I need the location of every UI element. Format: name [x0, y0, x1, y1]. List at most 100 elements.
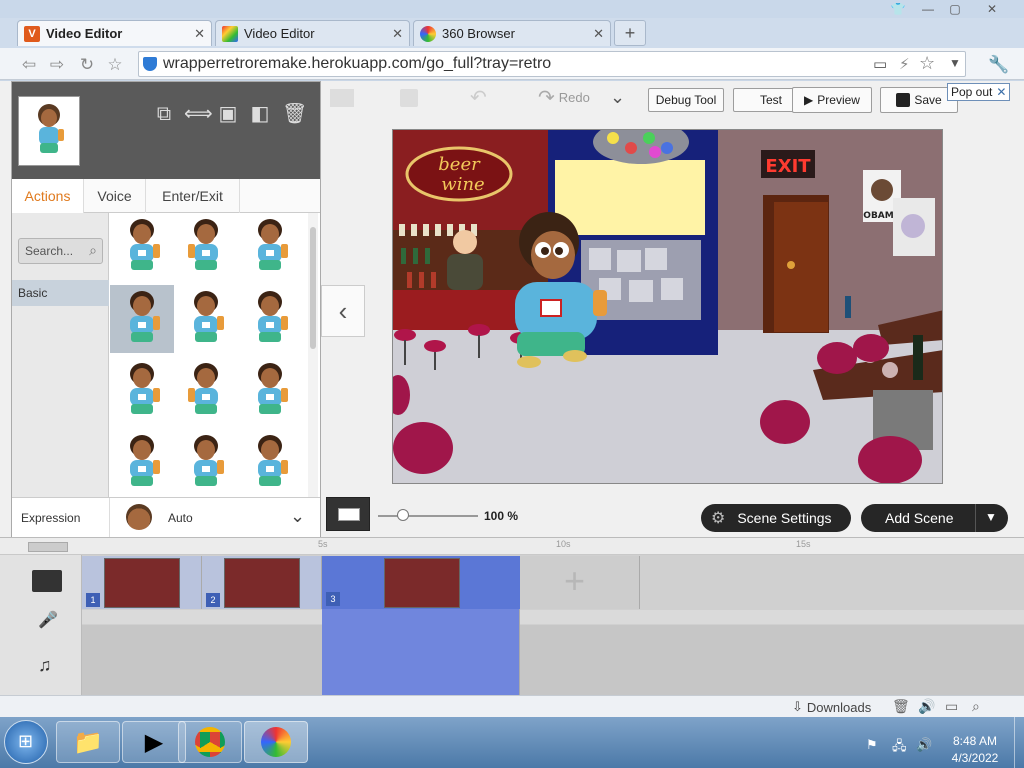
save-label: Save: [914, 93, 942, 107]
pop-out-button[interactable]: Pop out ✕: [947, 83, 1011, 101]
debug-tool-button[interactable]: Debug Tool: [648, 88, 724, 112]
close-tab-icon[interactable]: ✕: [194, 26, 205, 42]
favorite-star-icon[interactable]: ☆: [919, 53, 935, 74]
downloads-button[interactable]: ⇩ Downloads: [792, 699, 871, 715]
add-scene-dropdown-icon[interactable]: ▼: [985, 510, 997, 524]
action-thumbnail[interactable]: [174, 285, 238, 353]
show-desktop-button[interactable]: [1014, 717, 1024, 768]
expression-dropdown[interactable]: Auto ⌄: [112, 498, 320, 538]
action-search-input[interactable]: Search... ⌕: [18, 238, 103, 264]
scene-stage[interactable]: beer wine EXIT OBAMA: [392, 129, 943, 484]
send-backward-icon[interactable]: ▣: [216, 102, 240, 126]
action-center-icon[interactable]: ⚑: [866, 737, 878, 753]
divider: [975, 504, 976, 532]
scene-controls: 100 % ⚙ Scene Settings Add Scene ▼: [326, 497, 1024, 537]
minimize-button[interactable]: —: [915, 0, 941, 18]
swap-character-icon[interactable]: ⧉: [152, 102, 176, 126]
network-icon[interactable]: 🖧: [892, 737, 907, 759]
chevron-down-icon[interactable]: ⌄: [610, 87, 625, 108]
skin-icon[interactable]: 👕: [885, 0, 911, 18]
close-tab-icon[interactable]: ✕: [593, 26, 604, 42]
start-button[interactable]: ⊞: [4, 720, 48, 764]
speaker-icon[interactable]: 🔊: [918, 698, 935, 715]
address-bar[interactable]: wrapperretroremake.herokuapp.com/go_full…: [138, 51, 966, 77]
bring-forward-icon[interactable]: ◧: [248, 102, 272, 126]
taskbar-media-player[interactable]: ▶: [122, 721, 186, 763]
taskbar-explorer[interactable]: 📁: [56, 721, 120, 763]
tab-enter-exit[interactable]: Enter/Exit: [146, 179, 240, 213]
tab-video-editor-1[interactable]: V Video Editor ✕: [17, 20, 212, 46]
close-tab-icon[interactable]: ✕: [392, 26, 403, 42]
ruler-mark: 5s: [318, 539, 328, 549]
action-thumbnail[interactable]: [238, 213, 302, 281]
zoom-value: 100 %: [484, 509, 519, 523]
close-popout-icon[interactable]: ✕: [996, 85, 1006, 99]
timeline-zoom-handle[interactable]: [28, 542, 68, 552]
tab-actions[interactable]: Actions: [12, 179, 84, 213]
lightning-icon[interactable]: ⚡: [899, 55, 910, 73]
action-thumbnail[interactable]: [238, 429, 302, 497]
action-thumbnail[interactable]: [110, 429, 174, 497]
url-dropdown-icon[interactable]: ▼: [949, 56, 961, 70]
tab-video-editor-2[interactable]: Video Editor ✕: [215, 20, 410, 46]
forward-icon[interactable]: ⇨: [46, 54, 68, 76]
action-thumbnail[interactable]: [110, 213, 174, 281]
restore-button[interactable]: ▢: [942, 0, 968, 18]
action-thumbnail[interactable]: [110, 357, 174, 425]
tab-360-browser[interactable]: 360 Browser ✕: [413, 20, 611, 46]
zoom-slider-track[interactable]: [378, 509, 478, 521]
zoom-slider-thumb[interactable]: [397, 509, 409, 521]
action-grid: [110, 213, 306, 497]
blocked-content-icon[interactable]: ▭: [873, 55, 887, 73]
flip-character-icon[interactable]: ⟺: [184, 102, 213, 126]
bookmark-star-icon[interactable]: ☆: [104, 54, 126, 76]
tab-voice[interactable]: Voice: [84, 179, 146, 213]
scene-clip-2[interactable]: 2: [202, 556, 322, 609]
kid-character-icon: [130, 363, 160, 414]
close-window-button[interactable]: ✕: [979, 0, 1005, 18]
wrench-icon[interactable]: 🔧: [984, 54, 1014, 76]
character-thumbnail[interactable]: [18, 96, 80, 166]
character-panel: ⧉ ⟺ ▣ ◧ 🗑 Actions Voice Enter/Exit Searc…: [11, 81, 321, 538]
download-icon: ⇩: [792, 699, 803, 714]
music-track[interactable]: [82, 625, 1024, 695]
action-thumbnail[interactable]: [238, 285, 302, 353]
scene-settings-button[interactable]: ⚙ Scene Settings: [701, 504, 851, 532]
browser-toolbar: ⇦ ⇨ ↻ ☆ wrapperretroremake.herokuapp.com…: [0, 48, 1024, 80]
pinwheel-favicon-icon: [222, 25, 238, 42]
category-basic[interactable]: Basic: [12, 280, 109, 306]
redo-button[interactable]: ↷ Redo: [538, 85, 590, 110]
preview-button[interactable]: ▶ Preview: [792, 87, 872, 113]
scrollbar-thumb[interactable]: [310, 227, 316, 349]
camera-view-button[interactable]: [326, 497, 370, 531]
film-strip-icon: [32, 570, 62, 592]
clock-time: 8:48 AM: [952, 734, 998, 748]
collapse-panel-button[interactable]: ‹: [321, 285, 365, 337]
gear-icon: ⚙: [711, 510, 726, 527]
voice-track[interactable]: [82, 610, 1024, 624]
zoom-icon[interactable]: ⌕: [972, 698, 980, 715]
action-thumbnail[interactable]: [174, 213, 238, 281]
add-scene-slot[interactable]: +: [520, 556, 640, 609]
trash-icon[interactable]: 🗑: [282, 102, 307, 126]
taskbar-chrome[interactable]: [178, 721, 242, 763]
scene-clip-1[interactable]: 1: [82, 556, 202, 609]
video-editor-favicon-icon: V: [24, 25, 40, 42]
taskbar-360-browser[interactable]: [244, 721, 308, 763]
scene-clip-3-selected[interactable]: 3: [322, 556, 520, 695]
back-icon[interactable]: ⇦: [18, 54, 40, 76]
windows-logo-icon: ⊞: [18, 731, 34, 751]
reload-icon[interactable]: ↻: [76, 54, 98, 76]
add-scene-button[interactable]: Add Scene ▼: [861, 504, 1008, 532]
action-scrollbar[interactable]: [308, 213, 318, 497]
trash-icon[interactable]: 🗑: [892, 698, 910, 715]
action-thumbnail[interactable]: [238, 357, 302, 425]
volume-icon[interactable]: 🔊: [916, 737, 932, 753]
action-thumbnail[interactable]: [174, 357, 238, 425]
new-tab-button[interactable]: +: [614, 20, 646, 46]
chevron-left-icon: ‹: [338, 296, 348, 326]
action-thumbnail[interactable]: [110, 285, 174, 353]
screen-icon[interactable]: ▭: [945, 698, 958, 715]
system-clock[interactable]: 8:48 AM 4/3/2022: [944, 733, 1006, 767]
action-thumbnail[interactable]: [174, 429, 238, 497]
